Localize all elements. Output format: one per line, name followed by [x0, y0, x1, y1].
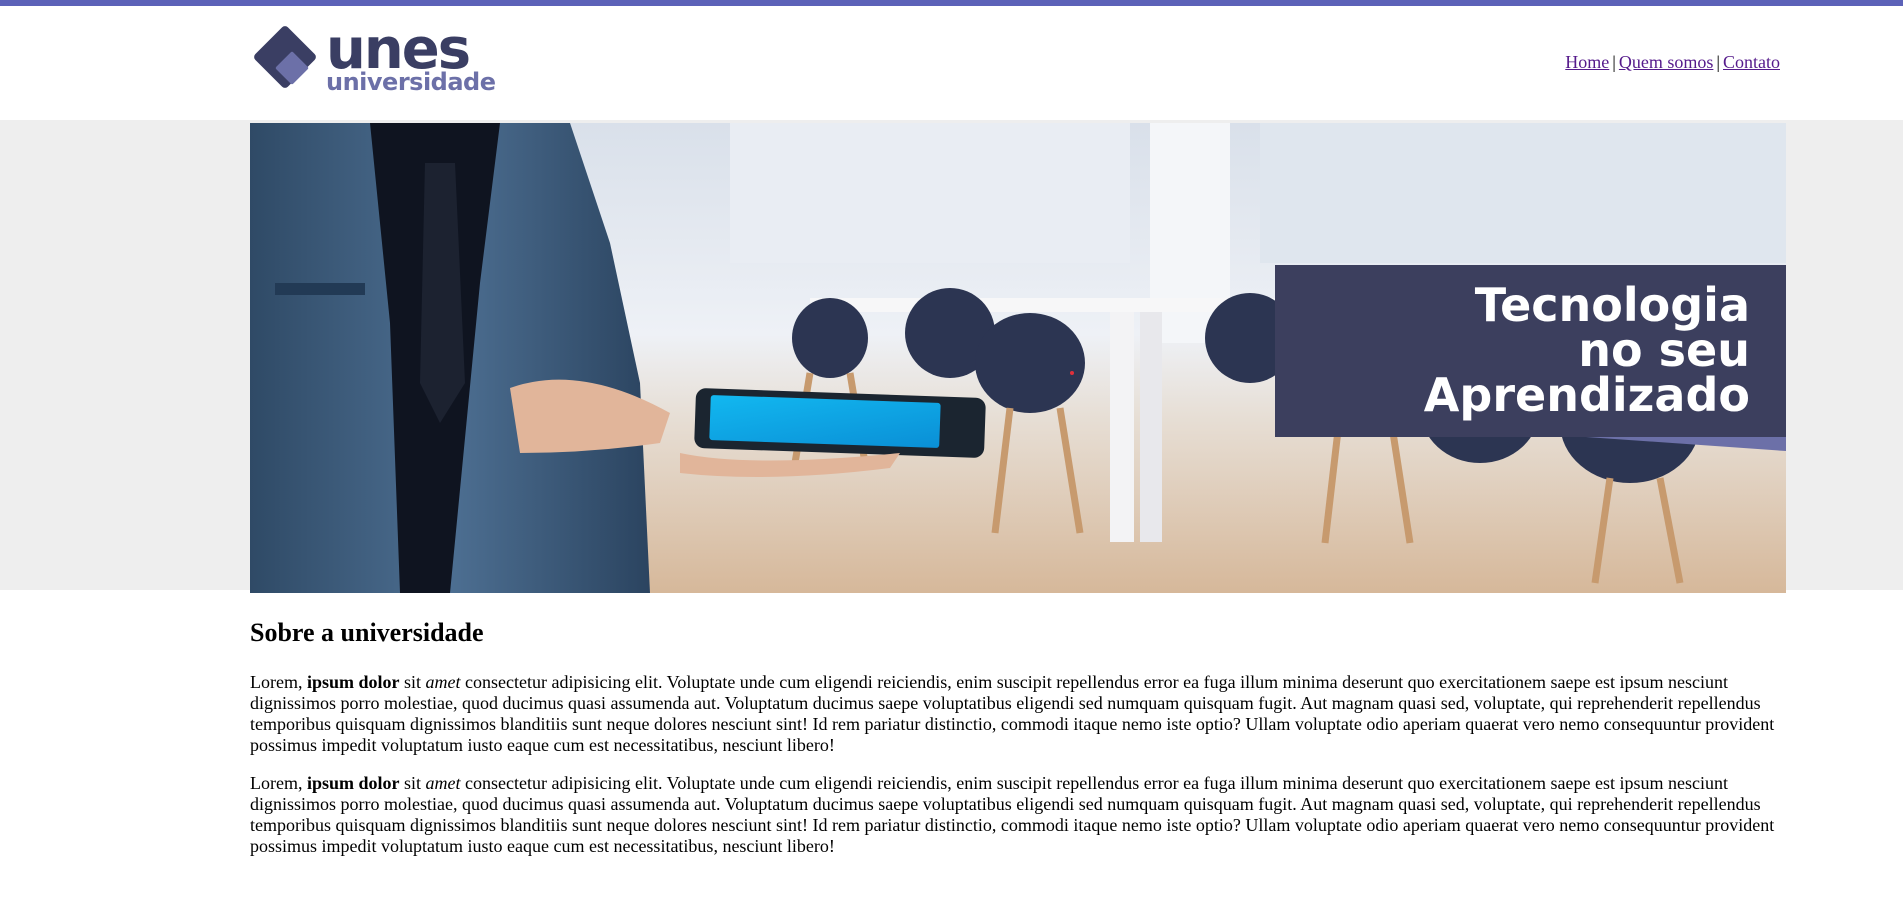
nav-separator: | — [1716, 52, 1720, 72]
paragraph-italic-text: amet — [425, 773, 461, 793]
site-header: unes universidade Home | Quem somos | Contat… — [0, 6, 1903, 120]
banner-line-3: Aprendizado — [1423, 368, 1750, 422]
banner-headline-box: Tecnologia no seu Aprendizado — [1275, 265, 1786, 437]
logo-subtitle: universidade — [326, 68, 496, 96]
nav-separator: | — [1612, 52, 1616, 72]
nav-link-quem-somos[interactable]: Quem somos — [1619, 52, 1714, 72]
logo-diamond-icon — [254, 26, 316, 88]
section-heading: Sobre a universidade — [250, 618, 484, 647]
paragraph-bold-text: ipsum dolor — [306, 672, 400, 692]
paragraph-text: consectetur adipisicing elit. Voluptate … — [250, 773, 1775, 856]
banner-line-1: Tecnologia — [1474, 278, 1750, 332]
site-logo[interactable]: unes universidade — [250, 20, 500, 96]
paragraph-text: Lorem, — [250, 672, 307, 692]
paragraph-text: sit — [399, 773, 426, 793]
nav-link-home[interactable]: Home — [1565, 52, 1609, 72]
paragraph-text: sit — [399, 672, 426, 692]
paragraph-bold-text: ipsum dolor — [306, 773, 400, 793]
banner-accent-stripe — [1586, 437, 1786, 451]
paragraph-italic-text: amet — [425, 672, 461, 692]
body-paragraph: Lorem, ipsum dolor sit amet consectetur … — [250, 773, 1786, 857]
body-paragraph: Lorem, ipsum dolor sit amet consectetur … — [250, 672, 1786, 756]
main-nav: Home | Quem somos | Contato — [1565, 52, 1780, 73]
banner-line-2: no seu — [1578, 323, 1750, 377]
hero-band: Tecnologia no seu Aprendizado — [0, 120, 1903, 593]
main-content: Sobre a universidade Lorem, ipsum dolor … — [250, 590, 1786, 857]
paragraph-text: consectetur adipisicing elit. Voluptate … — [250, 672, 1775, 755]
nav-link-contato[interactable]: Contato — [1723, 52, 1780, 72]
hero-banner: Tecnologia no seu Aprendizado — [250, 123, 1786, 593]
paragraph-text: Lorem, — [250, 773, 307, 793]
